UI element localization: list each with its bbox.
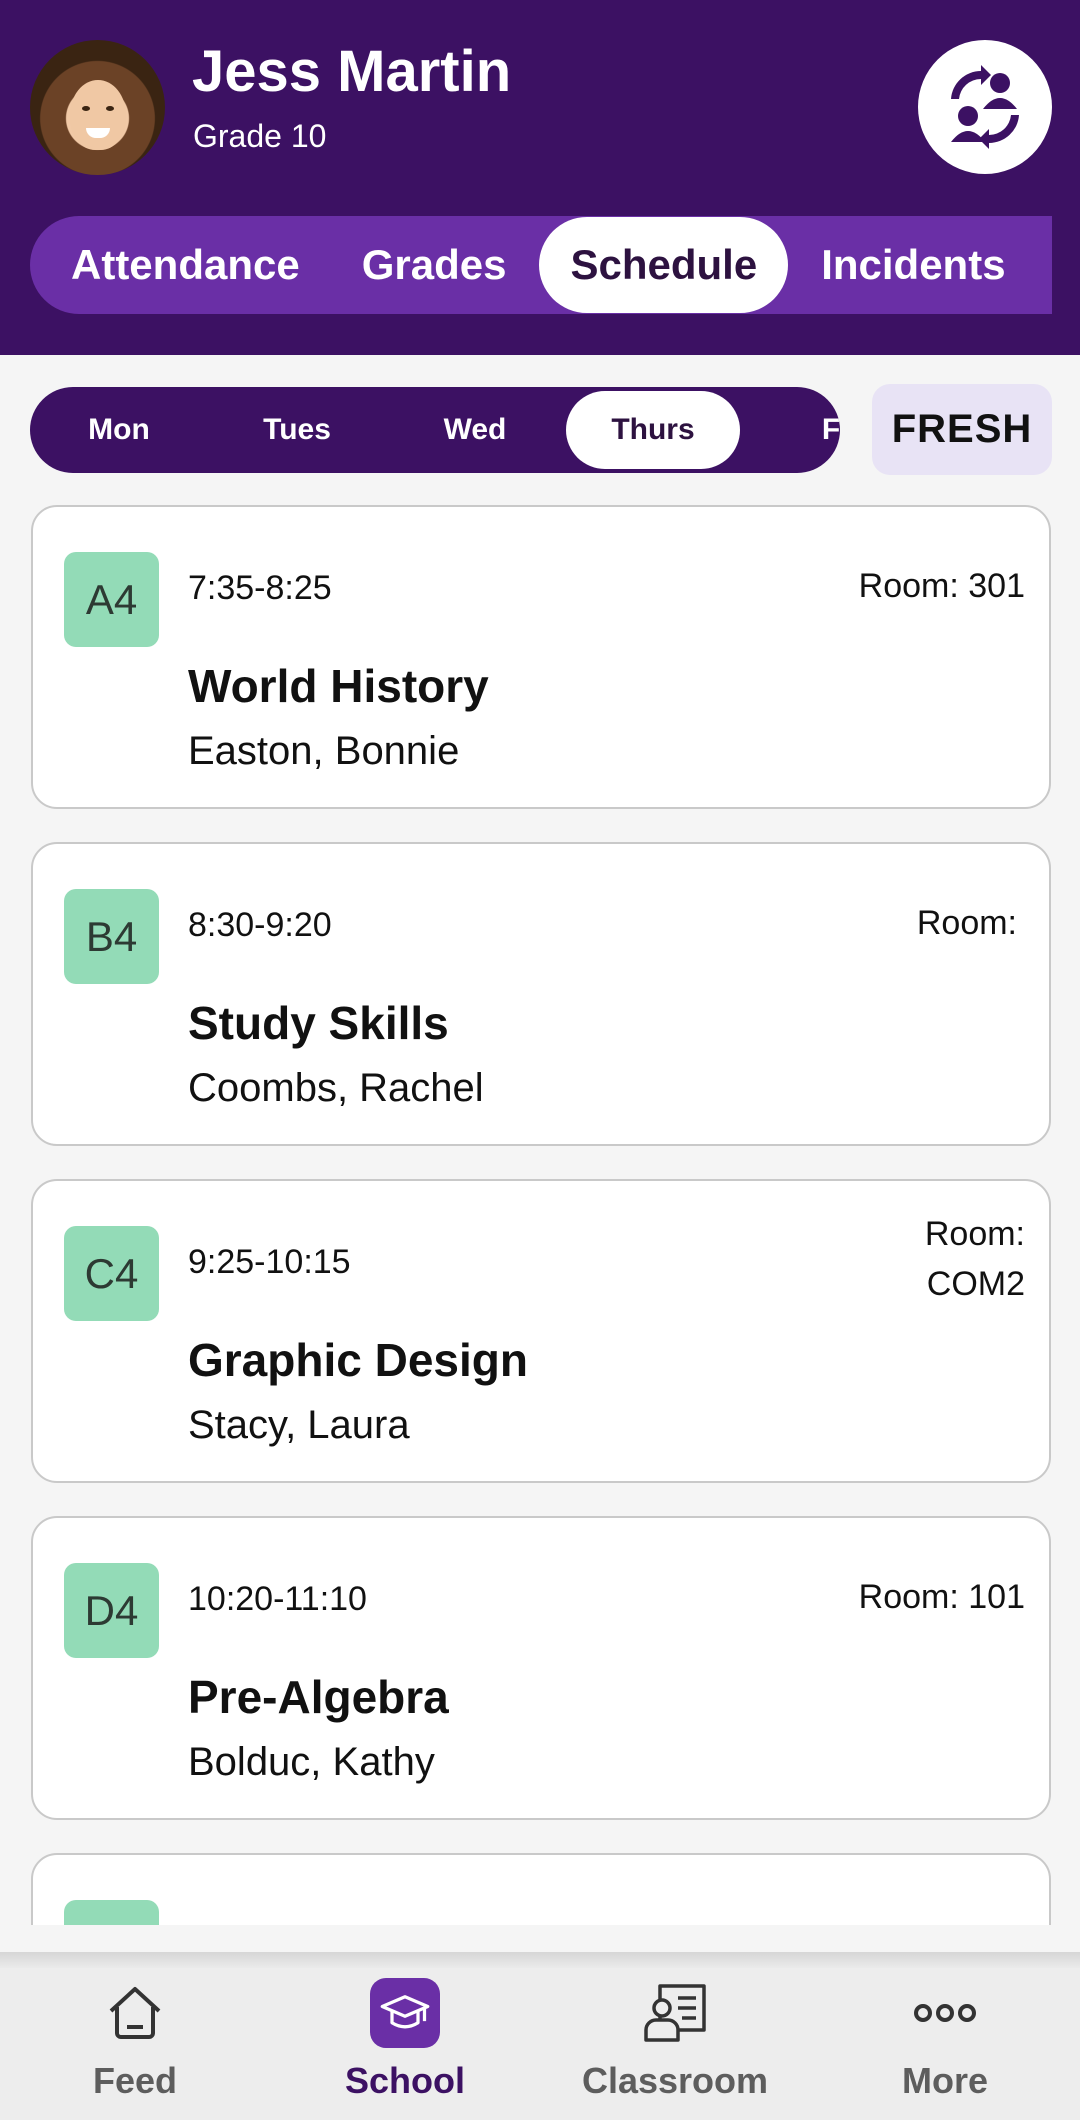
period-badge: A4 bbox=[64, 552, 159, 647]
period-badge bbox=[64, 1900, 159, 1925]
tab-de[interactable]: De bbox=[1037, 216, 1052, 314]
student-avatar[interactable] bbox=[30, 40, 165, 175]
graduation-cap-icon bbox=[370, 1978, 440, 2048]
class-room: Room: COM2 bbox=[924, 1215, 1025, 1303]
tab-grades[interactable]: Grades bbox=[331, 216, 538, 314]
day-selector: Mon Tues Wed Thurs F bbox=[30, 387, 840, 473]
day-thurs[interactable]: Thurs bbox=[566, 391, 740, 469]
student-name: Jess Martin bbox=[192, 39, 512, 104]
nav-feed-label: Feed bbox=[92, 2060, 178, 2101]
fresh-button[interactable]: FRESH bbox=[872, 384, 1052, 475]
tab-schedule[interactable]: Schedule bbox=[539, 217, 789, 313]
class-time: 7:35-8:25 bbox=[188, 569, 332, 607]
teacher-name: Stacy, Laura bbox=[188, 1403, 410, 1447]
period-badge: B4 bbox=[64, 889, 159, 984]
nav-classroom[interactable]: Classroom bbox=[540, 1968, 810, 2120]
section-tabs: Attendance Grades Schedule Incidents De bbox=[30, 216, 1052, 314]
class-time: 10:20-11:10 bbox=[188, 1580, 367, 1618]
course-name: World History bbox=[188, 660, 489, 712]
nav-school-label: School bbox=[344, 2060, 465, 2101]
class-room: Room: 101 bbox=[858, 1578, 1025, 1616]
nav-feed[interactable]: Feed bbox=[0, 1968, 270, 2120]
teacher-name: Bolduc, Kathy bbox=[188, 1740, 435, 1784]
switch-student-button[interactable] bbox=[918, 40, 1052, 174]
tab-attendance[interactable]: Attendance bbox=[40, 216, 331, 314]
nav-school[interactable]: School bbox=[270, 1968, 540, 2120]
day-wed[interactable]: Wed bbox=[386, 391, 564, 469]
day-tues[interactable]: Tues bbox=[208, 391, 386, 469]
course-name: Pre-Algebra bbox=[188, 1671, 449, 1723]
class-card[interactable]: D4 10:20-11:10 Room: 101 Pre-Algebra Bol… bbox=[31, 1516, 1051, 1820]
nav-more[interactable]: More bbox=[810, 1968, 1080, 2120]
avatar-face bbox=[70, 80, 126, 150]
class-time: 8:30-9:20 bbox=[188, 906, 332, 944]
schedule-list[interactable]: A4 7:35-8:25 Room: 301 World History Eas… bbox=[0, 505, 1080, 1925]
class-card-partial[interactable] bbox=[31, 1853, 1051, 1925]
switch-user-icon bbox=[951, 65, 1019, 149]
student-grade: Grade 10 bbox=[193, 118, 327, 154]
home-icon bbox=[100, 1978, 170, 2048]
course-name: Study Skills bbox=[188, 997, 449, 1049]
class-room: Room: 301 bbox=[858, 567, 1025, 605]
class-card[interactable]: A4 7:35-8:25 Room: 301 World History Eas… bbox=[31, 505, 1051, 809]
bottom-nav: Feed School Classroom More bbox=[0, 1968, 1080, 2120]
tab-incidents[interactable]: Incidents bbox=[790, 216, 1036, 314]
classroom-icon bbox=[640, 1978, 710, 2048]
class-room: Room: bbox=[916, 904, 1017, 942]
day-mon[interactable]: Mon bbox=[30, 391, 208, 469]
course-name: Graphic Design bbox=[188, 1334, 528, 1386]
day-fri[interactable]: F bbox=[742, 391, 840, 469]
nav-more-label: More bbox=[901, 2060, 988, 2101]
class-card[interactable]: B4 8:30-9:20 Room: Study Skills Coombs, … bbox=[31, 842, 1051, 1146]
period-badge: D4 bbox=[64, 1563, 159, 1658]
period-badge: C4 bbox=[64, 1226, 159, 1321]
class-time: 9:25-10:15 bbox=[188, 1243, 351, 1281]
class-card[interactable]: C4 9:25-10:15 Room: COM2 Graphic Design … bbox=[31, 1179, 1051, 1483]
teacher-name: Easton, Bonnie bbox=[188, 729, 460, 773]
app-header: Jess Martin Grade 10 Attendance Grades S… bbox=[0, 0, 1080, 355]
teacher-name: Coombs, Rachel bbox=[188, 1066, 484, 1110]
more-icon bbox=[910, 1978, 980, 2048]
nav-classroom-label: Classroom bbox=[581, 2060, 769, 2101]
